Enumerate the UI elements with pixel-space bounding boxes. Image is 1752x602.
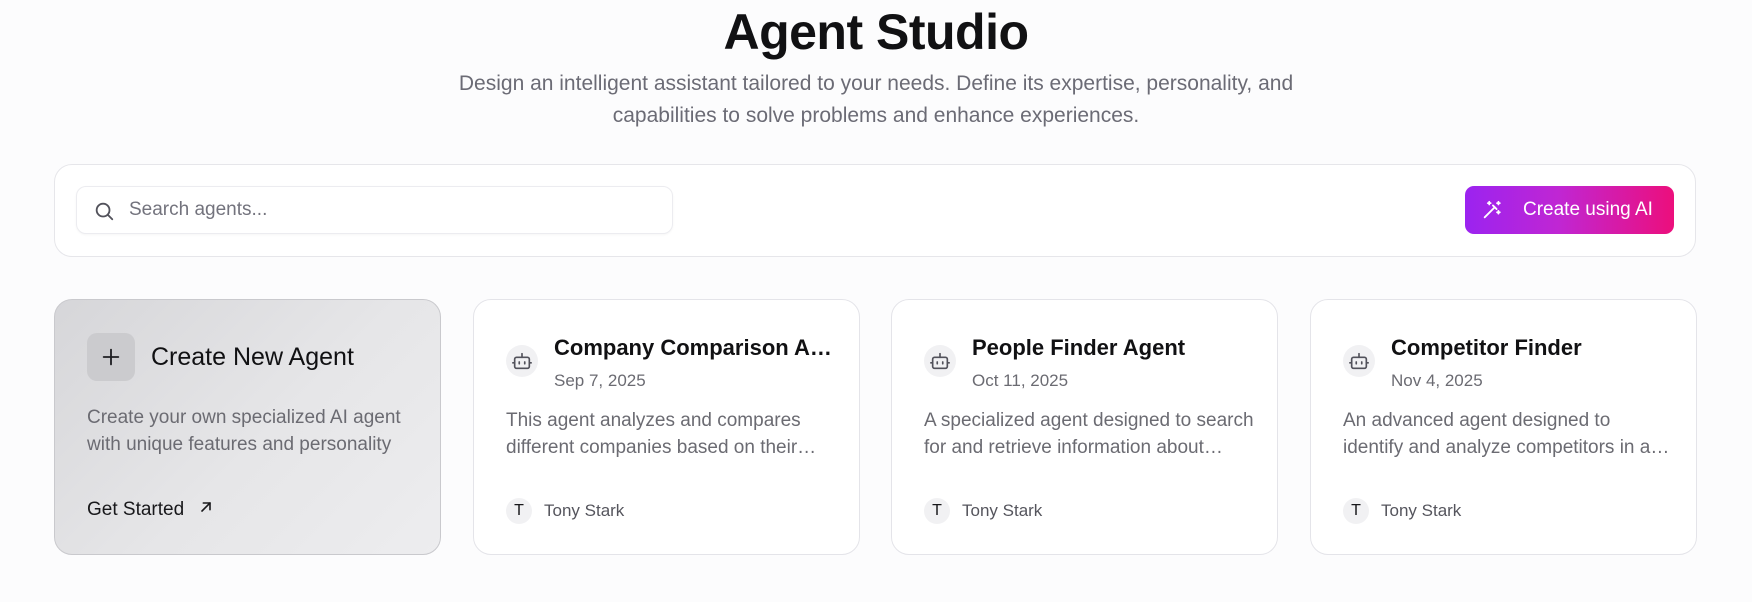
owner-name: Tony Stark xyxy=(962,501,1043,520)
page-subtitle: Design an intelligent assistant tailored… xyxy=(458,72,1294,127)
arrow-up-right-icon xyxy=(198,498,214,522)
create-card-description: Create your own specialized AI agent wit… xyxy=(87,407,401,455)
agent-owner: T Tony Stark xyxy=(1343,498,1461,524)
agent-studio-page: Agent Studio Design an intelligent assis… xyxy=(0,0,1752,602)
agent-owner: T Tony Stark xyxy=(506,498,624,524)
avatar: T xyxy=(1343,498,1369,524)
agent-card[interactable]: Competitor Finder Nov 4, 2025 An advance… xyxy=(1310,299,1697,555)
agent-name: People Finder Agent xyxy=(972,335,1186,360)
bot-icon xyxy=(924,345,956,377)
toolbar: Create using AI xyxy=(54,164,1696,257)
agent-date: Oct 11, 2025 xyxy=(972,371,1069,390)
search-icon xyxy=(93,200,115,222)
create-new-agent-card[interactable]: Create New Agent Create your own special… xyxy=(54,299,441,555)
avatar: T xyxy=(506,498,532,524)
get-started-link[interactable]: Get Started xyxy=(87,498,214,522)
avatar: T xyxy=(924,498,950,524)
agent-description: An advanced agent designed to identify a… xyxy=(1343,410,1651,458)
agent-card[interactable]: Company Comparison Agent Sep 7, 2025 Thi… xyxy=(473,299,860,555)
agent-card[interactable]: People Finder Agent Oct 11, 2025 A speci… xyxy=(891,299,1278,555)
plus-icon xyxy=(87,333,135,381)
create-card-title: Create New Agent xyxy=(151,343,354,371)
owner-name: Tony Stark xyxy=(1381,501,1462,520)
agent-date: Sep 7, 2025 xyxy=(554,371,646,390)
agent-description: This agent analyzes and compares differe… xyxy=(506,410,801,458)
create-using-ai-button[interactable]: Create using AI xyxy=(1465,186,1674,234)
get-started-label: Get Started xyxy=(87,499,185,520)
agent-owner: T Tony Stark xyxy=(924,498,1042,524)
agent-date: Nov 4, 2025 xyxy=(1391,371,1483,390)
agent-description: A specialized agent designed to search f… xyxy=(924,410,1254,458)
magic-wand-icon xyxy=(1481,199,1503,221)
bot-icon xyxy=(1343,345,1375,377)
agent-name: Competitor Finder xyxy=(1391,335,1582,360)
bot-icon xyxy=(506,345,538,377)
create-using-ai-label: Create using AI xyxy=(1523,199,1653,220)
owner-name: Tony Stark xyxy=(544,501,625,520)
page-title: Agent Studio xyxy=(723,4,1029,60)
search-box[interactable] xyxy=(76,186,673,234)
search-input[interactable] xyxy=(129,187,659,233)
agent-name: Company Comparison Agent xyxy=(554,335,836,360)
